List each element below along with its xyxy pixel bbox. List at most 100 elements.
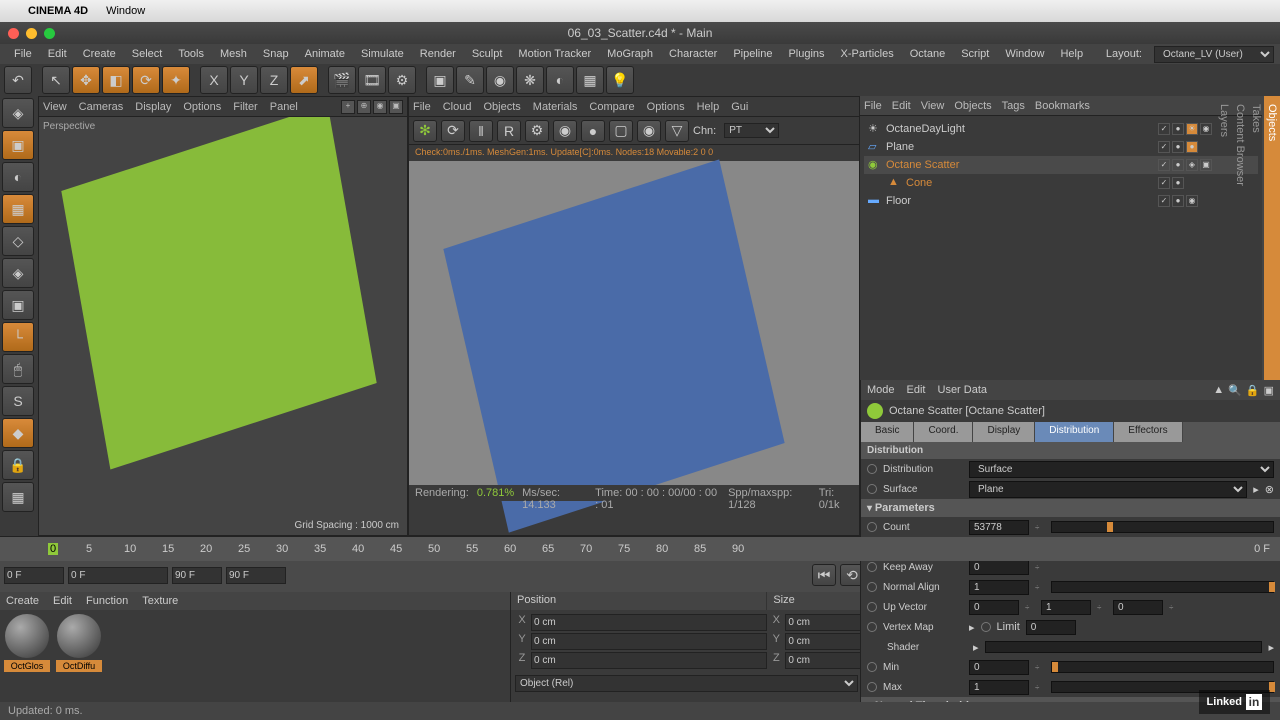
tab-effectors[interactable]: Effectors <box>1114 422 1182 442</box>
section-parameters[interactable]: ▾ Parameters <box>861 499 1280 517</box>
clear-icon[interactable]: ⊗ <box>1265 483 1274 496</box>
menu-help[interactable]: Help <box>1052 45 1091 63</box>
oct-settings-icon[interactable]: ⚙ <box>525 120 549 142</box>
oct-mode-select[interactable]: PT <box>724 123 779 138</box>
render-settings-icon[interactable]: ⚙ <box>388 66 416 94</box>
attr-nav-up-icon[interactable]: ▲ <box>1213 384 1224 397</box>
light-icon[interactable]: 💡 <box>606 66 634 94</box>
workplane-icon[interactable]: ▦ <box>2 194 34 224</box>
oct-menu-help[interactable]: Help <box>697 101 720 113</box>
vp-menu-filter[interactable]: Filter <box>233 101 257 113</box>
pos-z-input[interactable] <box>531 652 767 669</box>
vp-menu-cameras[interactable]: Cameras <box>79 101 124 113</box>
perspective-viewport[interactable]: Perspective Grid Spacing : 1000 cm <box>39 117 407 535</box>
oct-menu-options[interactable]: Options <box>647 101 685 113</box>
scale-icon[interactable]: ◧ <box>102 66 130 94</box>
menu-plugins[interactable]: Plugins <box>780 45 832 63</box>
mat-menu-texture[interactable]: Texture <box>142 595 178 607</box>
slider-start-input[interactable] <box>68 567 168 584</box>
obj-row-daylight[interactable]: ☀ OctaneDayLight ✓●☀◉ <box>864 120 1258 138</box>
anim-dot-icon[interactable] <box>867 464 877 474</box>
last-tool-icon[interactable]: ✦ <box>162 66 190 94</box>
menu-tools[interactable]: Tools <box>170 45 212 63</box>
oct-menu-compare[interactable]: Compare <box>589 101 634 113</box>
vp-nav3-icon[interactable]: ◉ <box>373 100 387 114</box>
oct-picker-icon[interactable]: ◉ <box>553 120 577 142</box>
camera-icon[interactable]: ▦ <box>576 66 604 94</box>
polygons-icon[interactable]: ▣ <box>2 290 34 320</box>
texture-mode-icon[interactable]: ◐ <box>2 162 34 192</box>
slider-end-input[interactable] <box>172 567 222 584</box>
min-slider[interactable] <box>1051 661 1274 673</box>
edges-icon[interactable]: ◈ <box>2 258 34 288</box>
maximize-window-icon[interactable] <box>44 28 55 39</box>
tab-display[interactable]: Display <box>973 422 1035 442</box>
coord-mode-select[interactable]: Object (Rel) <box>515 675 858 692</box>
oct-refresh-icon[interactable]: ⟳ <box>441 120 465 142</box>
mat-menu-create[interactable]: Create <box>6 595 39 607</box>
obj-row-floor[interactable]: ▬ Floor ✓●◉ <box>864 192 1258 210</box>
snap-icon[interactable]: S <box>2 386 34 416</box>
anim-dot-icon[interactable] <box>867 484 877 494</box>
oct-menu-file[interactable]: File <box>413 101 431 113</box>
menu-window[interactable]: Window <box>997 45 1052 63</box>
attr-menu-mode[interactable]: Mode <box>867 384 895 396</box>
octane-render-view[interactable]: Rendering: 0.781% Ms/sec: 14.133 Time: 0… <box>409 161 859 501</box>
up-z-input[interactable] <box>1113 600 1163 615</box>
shader-arrow-icon[interactable]: ▸ <box>973 641 979 654</box>
attr-new-icon[interactable]: ▣ <box>1264 384 1274 397</box>
up-x-input[interactable] <box>969 600 1019 615</box>
menu-file[interactable]: File <box>6 45 40 63</box>
vp-menu-view[interactable]: View <box>43 101 67 113</box>
rotate-icon[interactable]: ⟳ <box>132 66 160 94</box>
vp-menu-panel[interactable]: Panel <box>270 101 298 113</box>
vp-nav4-icon[interactable]: ▣ <box>389 100 403 114</box>
oct-pause-icon[interactable]: ‖ <box>469 120 493 142</box>
goto-start-icon[interactable]: ⏮ <box>812 564 836 586</box>
menu-sculpt[interactable]: Sculpt <box>464 45 511 63</box>
menu-character[interactable]: Character <box>661 45 725 63</box>
menu-pipeline[interactable]: Pipeline <box>725 45 780 63</box>
move-icon[interactable]: ✥ <box>72 66 100 94</box>
attr-lock-icon[interactable]: 🔒 <box>1246 384 1260 397</box>
material-octdiffu[interactable]: OctDiffu <box>56 614 102 672</box>
points-icon[interactable]: ◇ <box>2 226 34 256</box>
spline-icon[interactable]: ✎ <box>456 66 484 94</box>
vp-menu-options[interactable]: Options <box>183 101 221 113</box>
normalalign-input[interactable] <box>969 580 1029 595</box>
menu-mesh[interactable]: Mesh <box>212 45 255 63</box>
live-select-icon[interactable]: ↖ <box>42 66 70 94</box>
x-axis-icon[interactable]: X <box>200 66 228 94</box>
pos-x-input[interactable] <box>531 614 767 631</box>
model-mode-icon[interactable]: ▣ <box>2 130 34 160</box>
viewport-solo-icon[interactable]: ▦ <box>2 482 34 512</box>
attr-menu-edit[interactable]: Edit <box>907 384 926 396</box>
render-pv-icon[interactable]: 🎞 <box>358 66 386 94</box>
up-y-input[interactable] <box>1041 600 1091 615</box>
menu-select[interactable]: Select <box>124 45 171 63</box>
min-input[interactable] <box>969 660 1029 675</box>
oct-clay-icon[interactable]: ▢ <box>609 120 633 142</box>
vp-nav1-icon[interactable]: + <box>341 100 355 114</box>
mat-menu-function[interactable]: Function <box>86 595 128 607</box>
layout-select[interactable]: Octane_LV (User) <box>1154 46 1274 63</box>
oct-menu-gui[interactable]: Gui <box>731 101 748 113</box>
timeline-ruler[interactable]: 0 5 10 15 20 25 30 35 40 45 50 55 60 65 … <box>0 537 1280 561</box>
minimize-window-icon[interactable] <box>26 28 37 39</box>
oct-focus-icon[interactable]: ◉ <box>637 120 661 142</box>
keepaway-input[interactable] <box>969 560 1029 575</box>
normal-slider[interactable] <box>1051 581 1274 593</box>
material-octglos[interactable]: OctGlos <box>4 614 50 672</box>
obj-row-plane[interactable]: ▱ Plane ✓●● <box>864 138 1258 156</box>
axis-icon[interactable]: └ <box>2 322 34 352</box>
menu-mograph[interactable]: MoGraph <box>599 45 661 63</box>
mat-menu-edit[interactable]: Edit <box>53 595 72 607</box>
oct-region-icon[interactable]: R <box>497 120 521 142</box>
menu-create[interactable]: Create <box>75 45 124 63</box>
pos-y-input[interactable] <box>531 633 767 650</box>
frame-end-input[interactable] <box>226 567 286 584</box>
tweak-icon[interactable]: 🖱 <box>2 354 34 384</box>
tab-coord[interactable]: Coord. <box>914 422 973 442</box>
count-input[interactable] <box>969 520 1029 535</box>
z-axis-icon[interactable]: Z <box>260 66 288 94</box>
